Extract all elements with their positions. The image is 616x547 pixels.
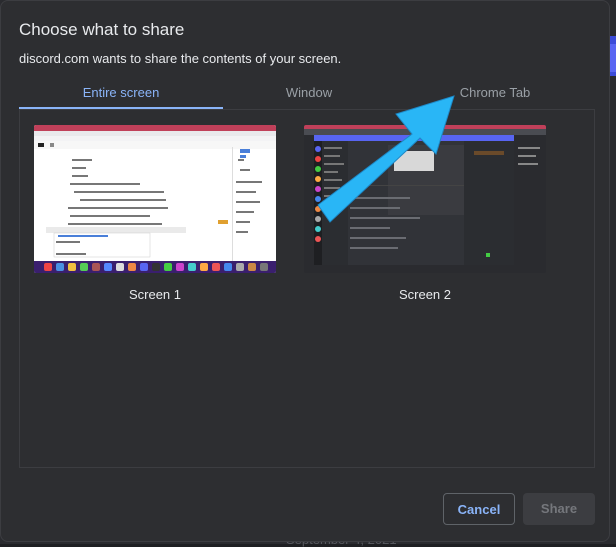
tab-window[interactable]: Window (207, 79, 411, 107)
background-edge-inner (610, 44, 616, 72)
dialog-title: Choose what to share (19, 20, 185, 39)
screen-2-thumbnail[interactable] (304, 125, 546, 273)
share-screen-dialog: Choose what to share discord.com wants t… (0, 0, 610, 542)
cancel-button[interactable]: Cancel (443, 493, 515, 525)
screen-1-thumbnail[interactable] (34, 125, 276, 273)
tab-entire-screen[interactable]: Entire screen (19, 79, 223, 109)
screen-1-option[interactable]: Screen 1 (34, 125, 276, 302)
share-button[interactable]: Share (523, 493, 595, 525)
dialog-subtitle: discord.com wants to share the contents … (19, 51, 342, 66)
screen-1-label: Screen 1 (128, 287, 182, 302)
screen-list-panel: Screen 1 Screen 2 (19, 110, 595, 468)
tab-chrome-tab[interactable]: Chrome Tab (393, 79, 597, 107)
screen-2-label: Screen 2 (398, 287, 452, 302)
source-tabs: Entire screen Window Chrome Tab (19, 79, 595, 110)
screen-2-option[interactable]: Screen 2 (304, 125, 546, 302)
